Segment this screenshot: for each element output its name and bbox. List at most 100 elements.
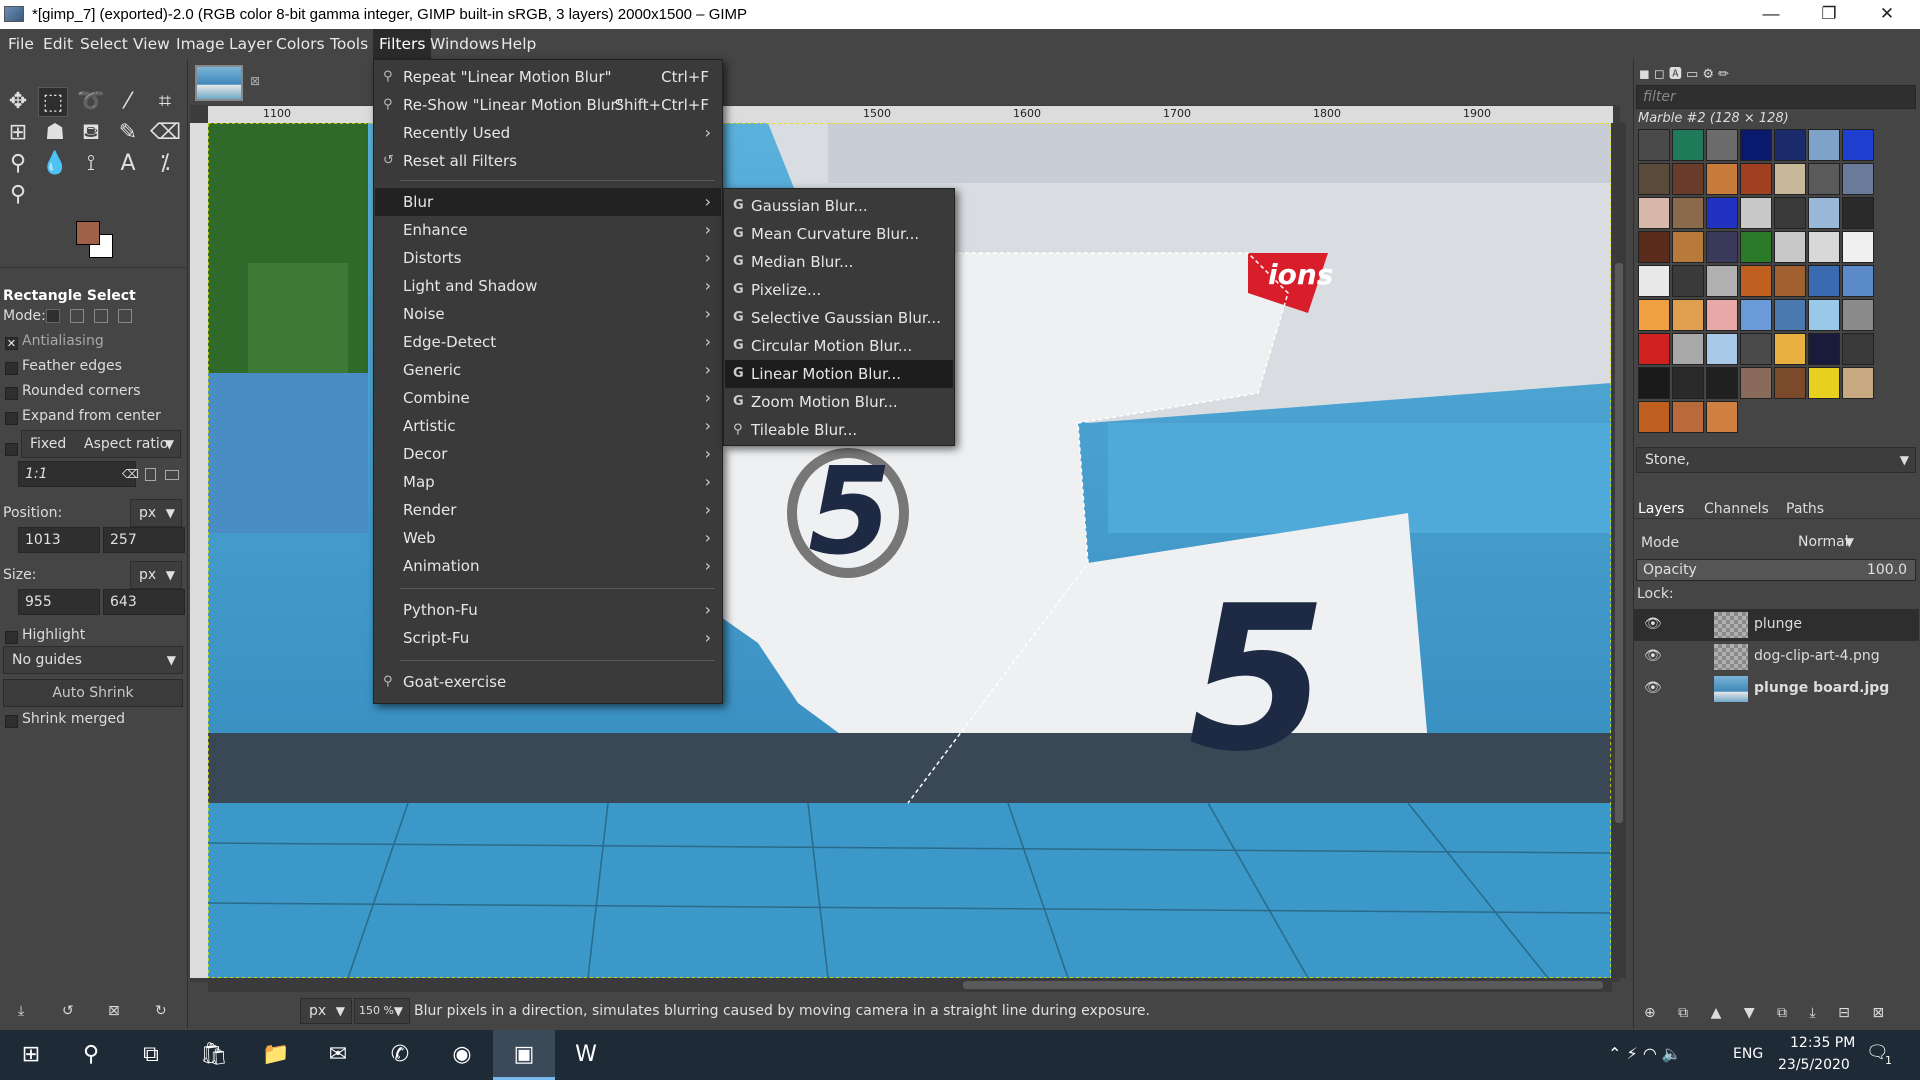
pattern-selector[interactable]: Stone, ▼ bbox=[1636, 447, 1916, 473]
menu-item-repeat[interactable]: ⚲ Repeat "Linear Motion Blur" Ctrl+F bbox=[375, 63, 721, 91]
tab-paths[interactable]: Paths bbox=[1786, 501, 1824, 517]
menu-item-recently-used[interactable]: Recently Used › bbox=[375, 119, 721, 147]
eye-icon[interactable]: 👁 bbox=[1644, 616, 1662, 632]
size-unit-combo[interactable]: px ▼ bbox=[130, 561, 182, 589]
minimize-button[interactable]: — bbox=[1742, 0, 1800, 29]
pattern-swatch[interactable] bbox=[1638, 197, 1670, 229]
pattern-swatch[interactable] bbox=[1740, 265, 1772, 297]
pattern-swatch[interactable] bbox=[1740, 367, 1772, 399]
pattern-filter-input[interactable]: filter bbox=[1636, 85, 1916, 109]
pattern-swatch[interactable] bbox=[1672, 197, 1704, 229]
guides-combo[interactable]: No guides ▼ bbox=[3, 646, 183, 674]
size-width-field[interactable]: 955 bbox=[18, 589, 100, 615]
pattern-swatch[interactable] bbox=[1774, 129, 1806, 161]
pattern-swatch[interactable] bbox=[1740, 163, 1772, 195]
language-indicator[interactable]: ENG bbox=[1733, 1046, 1763, 1062]
close-image-tab-icon[interactable]: ⊠ bbox=[250, 74, 260, 88]
menu-item-blur[interactable]: Blur › bbox=[375, 188, 721, 216]
clear-ratio-icon[interactable]: ⌫ bbox=[122, 467, 139, 481]
close-window-button[interactable]: ✕ bbox=[1858, 0, 1916, 29]
outlook-icon[interactable]: ✉ bbox=[307, 1030, 369, 1080]
menu-view[interactable]: View bbox=[127, 29, 176, 59]
pattern-swatch[interactable] bbox=[1842, 129, 1874, 161]
color-picker-tool-icon[interactable]: ⁒ bbox=[150, 149, 180, 179]
menu-item-reset[interactable]: ↺ Reset all Filters bbox=[375, 147, 721, 175]
menu-item-light-shadow[interactable]: Light and Shadow › bbox=[375, 272, 721, 300]
menu-item-pixelize[interactable]: G Pixelize... bbox=[725, 276, 953, 304]
zoom-combo[interactable]: 150 % ▼ bbox=[354, 998, 410, 1024]
pattern-swatch[interactable] bbox=[1672, 367, 1704, 399]
pattern-swatch[interactable] bbox=[1740, 197, 1772, 229]
unit-combo[interactable]: px ▼ bbox=[300, 998, 352, 1024]
menu-tools[interactable]: Tools bbox=[324, 29, 374, 59]
pattern-swatch[interactable] bbox=[1842, 231, 1874, 263]
paintbrush-tool-icon[interactable]: ✎ bbox=[113, 118, 143, 148]
menu-item-web[interactable]: Web › bbox=[375, 524, 721, 552]
pattern-swatch[interactable] bbox=[1774, 367, 1806, 399]
chrome-icon[interactable]: ◉ bbox=[431, 1030, 493, 1080]
layer-mode-combo[interactable]: Normal ▼ bbox=[1790, 530, 1860, 556]
transform-tool-icon[interactable]: ⊞ bbox=[3, 118, 33, 148]
layer-actions-bar[interactable]: ⊕ ⧉ ▲ ▼ ⧉ ⤓ ⊟ ⊠ bbox=[1644, 1005, 1914, 1021]
menu-help[interactable]: Help bbox=[495, 29, 542, 59]
pattern-swatch[interactable] bbox=[1672, 231, 1704, 263]
pattern-swatch[interactable] bbox=[1740, 231, 1772, 263]
pattern-swatch[interactable] bbox=[1842, 299, 1874, 331]
pattern-swatch[interactable] bbox=[1842, 265, 1874, 297]
menu-item-enhance[interactable]: Enhance › bbox=[375, 216, 721, 244]
menu-filters[interactable]: Filters bbox=[373, 29, 432, 59]
pattern-swatch[interactable] bbox=[1842, 367, 1874, 399]
menu-item-animation[interactable]: Animation › bbox=[375, 552, 721, 580]
pattern-swatch[interactable] bbox=[1672, 129, 1704, 161]
menu-item-linear-motion-blur[interactable]: G Linear Motion Blur... bbox=[725, 360, 953, 388]
menu-item-artistic[interactable]: Artistic › bbox=[375, 412, 721, 440]
pattern-swatch[interactable] bbox=[1672, 401, 1704, 433]
crop-tool-icon[interactable]: ⌗ bbox=[150, 87, 180, 117]
text-tool-icon[interactable]: A bbox=[113, 149, 143, 179]
eye-icon[interactable]: 👁 bbox=[1644, 680, 1662, 696]
menu-item-render[interactable]: Render › bbox=[375, 496, 721, 524]
landscape-icon[interactable] bbox=[165, 470, 179, 480]
menu-select[interactable]: Select bbox=[74, 29, 134, 59]
menu-item-mean-curvature-blur[interactable]: G Mean Curvature Blur... bbox=[725, 220, 953, 248]
pattern-swatch[interactable] bbox=[1638, 231, 1670, 263]
menu-file[interactable]: File bbox=[2, 29, 40, 59]
pattern-swatch[interactable] bbox=[1774, 333, 1806, 365]
menu-image[interactable]: Image bbox=[170, 29, 231, 59]
pattern-swatch[interactable] bbox=[1740, 299, 1772, 331]
pattern-swatch[interactable] bbox=[1808, 265, 1840, 297]
eraser-tool-icon[interactable]: ⌫ bbox=[150, 118, 181, 148]
menu-windows[interactable]: Windows bbox=[424, 29, 505, 59]
pattern-swatch[interactable] bbox=[1706, 265, 1738, 297]
lasso-tool-icon[interactable]: ➰ bbox=[76, 87, 106, 117]
pattern-swatch[interactable] bbox=[1706, 367, 1738, 399]
pattern-swatch[interactable] bbox=[1808, 163, 1840, 195]
menu-item-noise[interactable]: Noise › bbox=[375, 300, 721, 328]
pattern-swatch[interactable] bbox=[1842, 333, 1874, 365]
portrait-icon[interactable] bbox=[145, 468, 156, 481]
layer-name[interactable]: dog-clip-art-4.png bbox=[1754, 648, 1880, 664]
position-x-field[interactable]: 1013 bbox=[18, 527, 100, 553]
foreground-color-swatch[interactable] bbox=[76, 221, 100, 245]
file-explorer-icon[interactable]: 📁 bbox=[245, 1030, 307, 1080]
horizontal-scrollbar[interactable] bbox=[208, 978, 1612, 992]
pattern-swatch[interactable] bbox=[1706, 333, 1738, 365]
mode-replace-icon[interactable] bbox=[46, 309, 60, 323]
pattern-swatch[interactable] bbox=[1808, 129, 1840, 161]
menu-colors[interactable]: Colors bbox=[270, 29, 331, 59]
gimp-taskbar-icon[interactable]: ▣ bbox=[493, 1030, 555, 1080]
pattern-swatch[interactable] bbox=[1706, 129, 1738, 161]
menu-item-circular-motion-blur[interactable]: G Circular Motion Blur... bbox=[725, 332, 953, 360]
auto-shrink-button[interactable]: Auto Shrink bbox=[3, 679, 183, 707]
expand-checkbox[interactable] bbox=[5, 412, 18, 425]
whatsapp-icon[interactable]: ✆ bbox=[369, 1030, 431, 1080]
rounded-checkbox[interactable] bbox=[5, 387, 18, 400]
clock-date[interactable]: 23/5/2020 bbox=[1778, 1057, 1850, 1073]
pattern-swatch[interactable] bbox=[1638, 129, 1670, 161]
menu-item-combine[interactable]: Combine › bbox=[375, 384, 721, 412]
pattern-swatch[interactable] bbox=[1774, 265, 1806, 297]
menu-item-map[interactable]: Map › bbox=[375, 468, 721, 496]
antialiasing-checkbox[interactable]: ✕ bbox=[5, 337, 18, 350]
rect-select-tool-icon[interactable]: ⬚ bbox=[38, 87, 68, 117]
zoom-tool-icon[interactable]: ⚲ bbox=[3, 180, 33, 210]
